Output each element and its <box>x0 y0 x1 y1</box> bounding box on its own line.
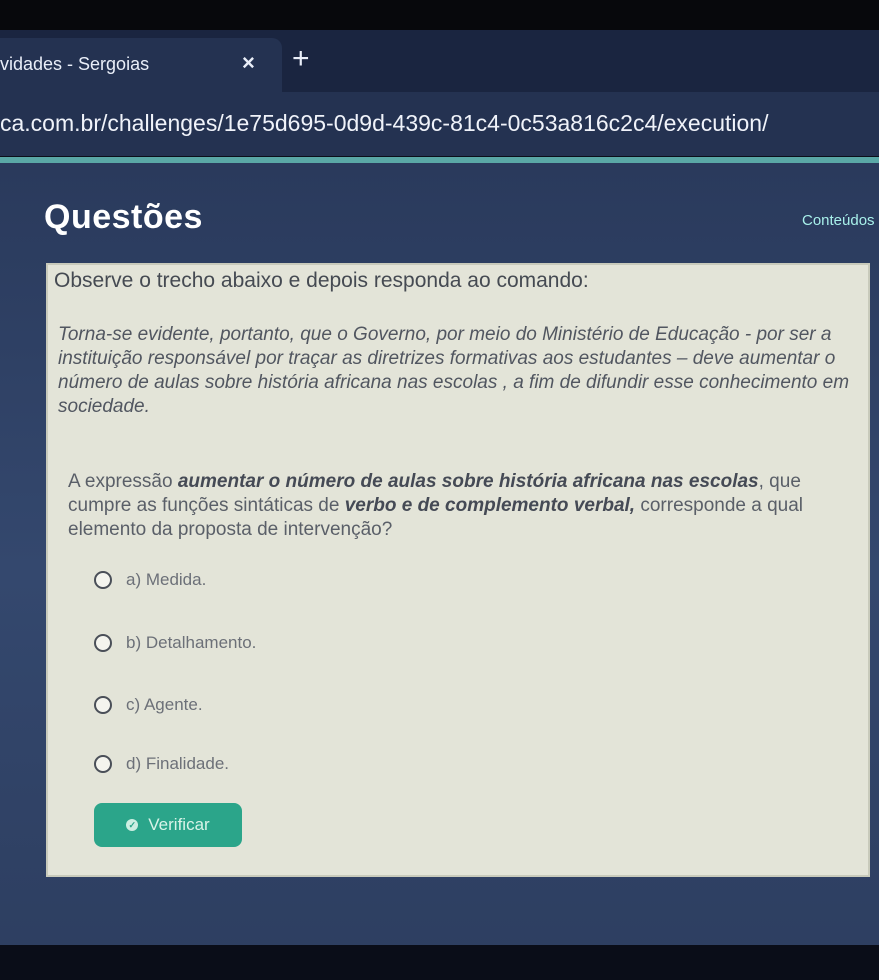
check-circle-icon: ✓ <box>126 819 139 831</box>
radio-icon[interactable] <box>94 571 112 589</box>
option-label: c) Agente. <box>126 695 203 714</box>
browser-tab[interactable]: vidades - Sergoias × <box>0 38 282 92</box>
question-prompt: A expressão aumentar o número de aulas s… <box>68 470 863 542</box>
radio-icon[interactable] <box>94 755 112 773</box>
address-bar[interactable]: ca.com.br/challenges/1e75d695-0d9d-439c-… <box>0 92 879 156</box>
radio-icon[interactable] <box>94 634 112 652</box>
option-c[interactable]: c) Agente. <box>94 695 203 715</box>
verify-button-label: Verificar <box>148 815 210 834</box>
radio-icon[interactable] <box>94 696 112 714</box>
question-card: Observe o trecho abaixo e depois respond… <box>46 263 870 877</box>
question-excerpt: Torna-se evidente, portanto, que o Gover… <box>58 324 850 417</box>
prompt-bold-1: aumentar o número de aulas sobre históri… <box>177 471 759 492</box>
browser-tab-bar: vidades - Sergoias × + <box>0 30 879 92</box>
prompt-text-1: A expressão <box>68 471 178 492</box>
verify-button[interactable]: ✓ Verificar <box>94 803 242 847</box>
option-label: b) Detalhamento. <box>126 633 257 652</box>
taskbar <box>0 945 879 980</box>
option-a[interactable]: a) Medida. <box>94 570 206 590</box>
new-tab-icon[interactable]: + <box>292 44 310 74</box>
option-label: d) Finalidade. <box>126 754 230 773</box>
tab-title: vidades - Sergoias <box>0 54 150 74</box>
question-instruction: Observe o trecho abaixo e depois respond… <box>54 269 589 292</box>
option-d[interactable]: d) Finalidade. <box>94 754 229 774</box>
option-b[interactable]: b) Detalhamento. <box>94 633 256 653</box>
url-text[interactable]: ca.com.br/challenges/1e75d695-0d9d-439c-… <box>0 110 768 137</box>
close-tab-icon[interactable]: × <box>242 50 255 76</box>
page-title: Questões <box>44 198 203 236</box>
option-label: a) Medida. <box>126 570 207 589</box>
screen-bezel <box>0 0 879 30</box>
conteudos-link[interactable]: Conteúdos <box>802 212 875 229</box>
prompt-bold-2: verbo e de complemento verbal, <box>344 495 636 516</box>
